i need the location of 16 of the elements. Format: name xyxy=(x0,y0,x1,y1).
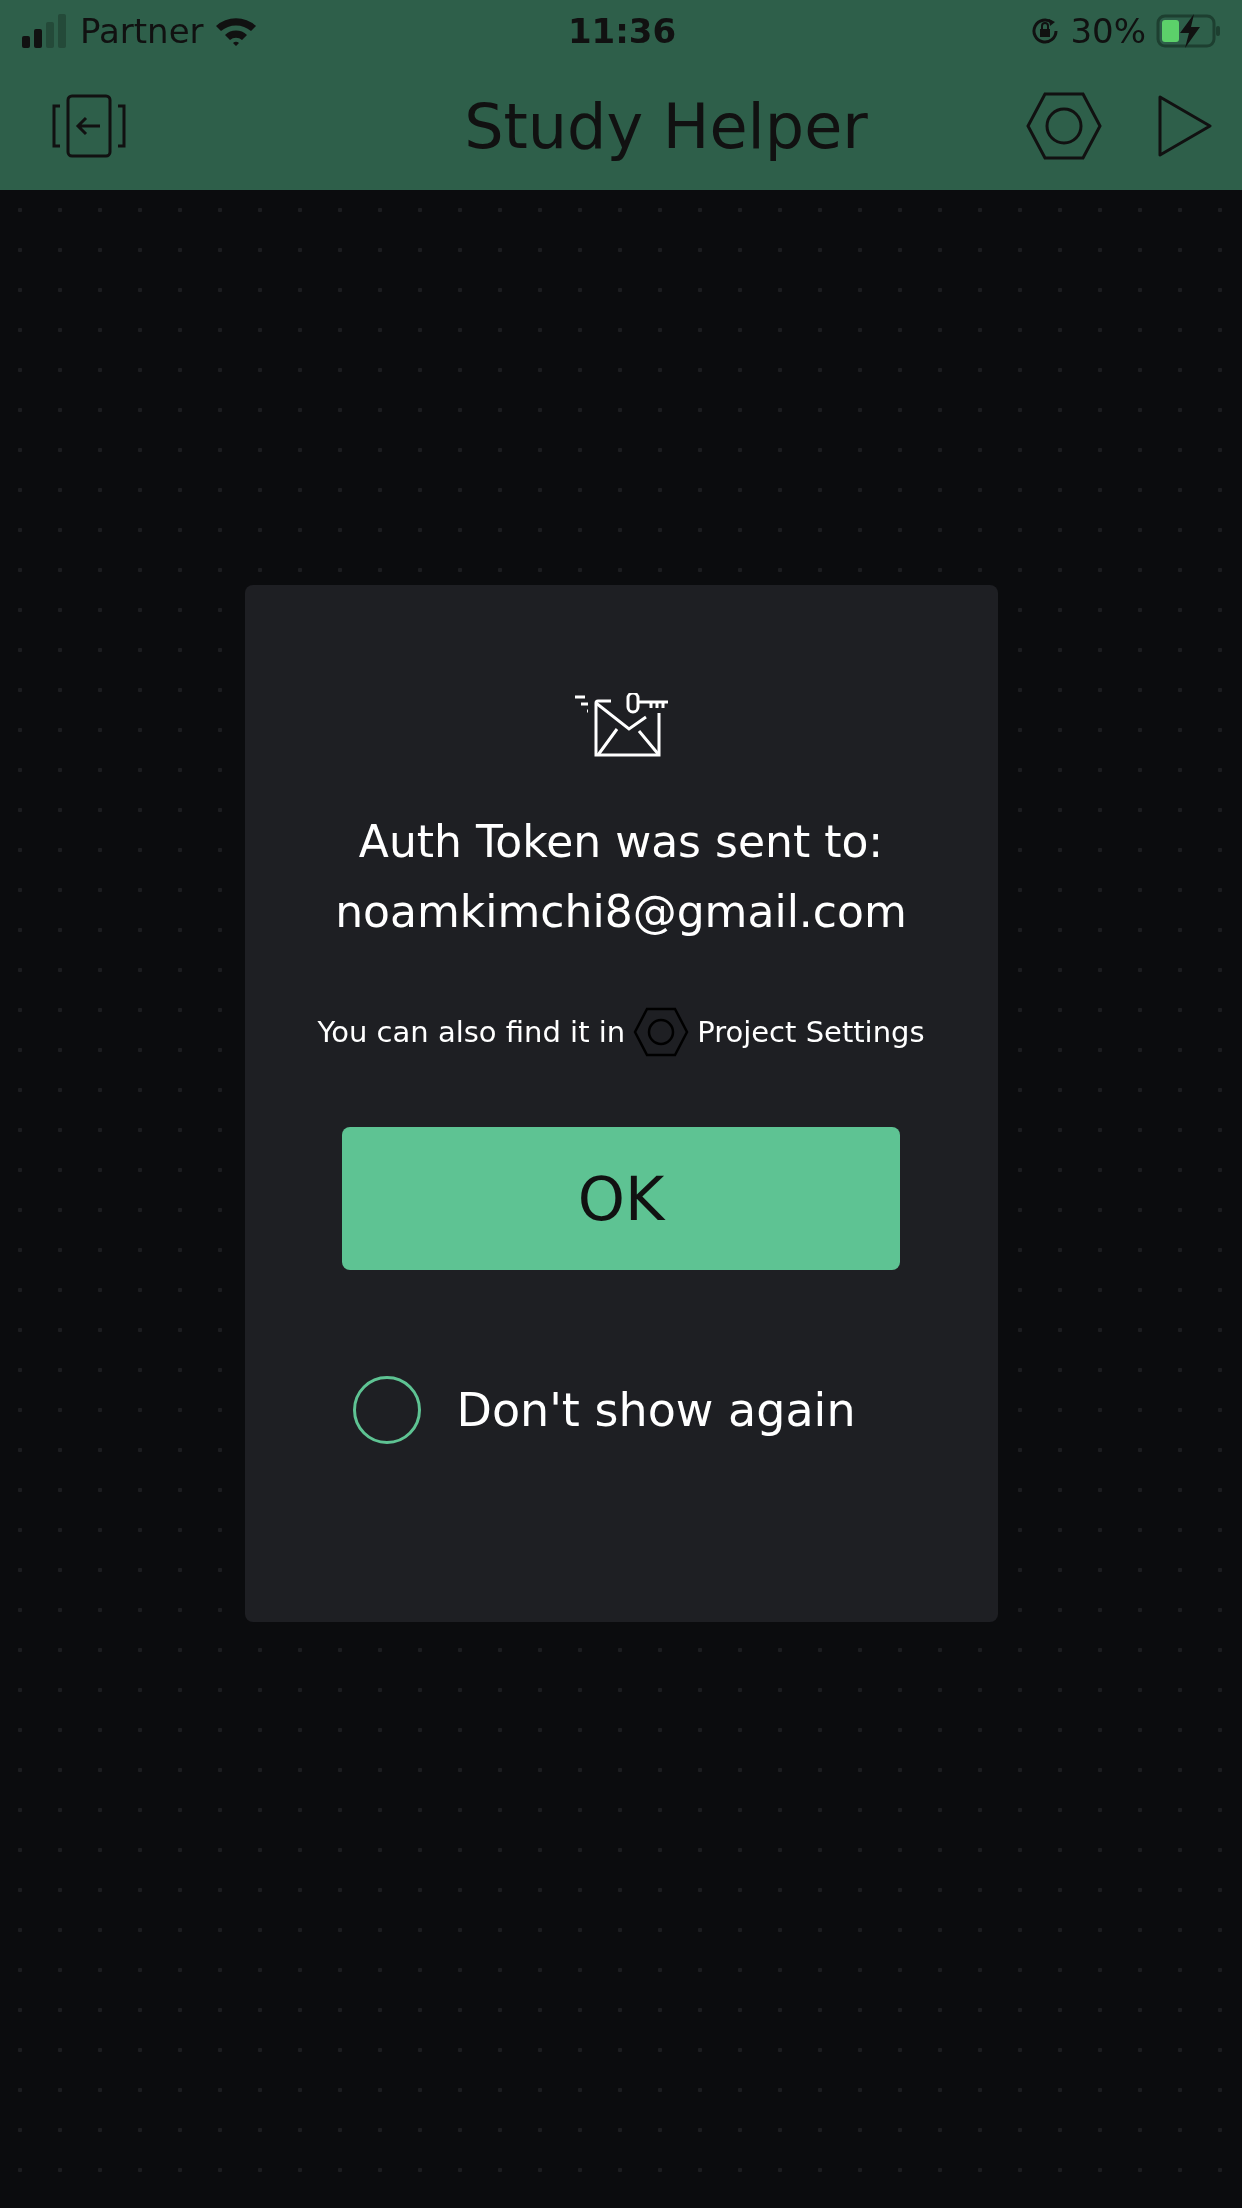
clock-time: 11:36 xyxy=(567,11,677,51)
mail-key-icon xyxy=(573,693,669,757)
exit-icon[interactable] xyxy=(52,94,126,158)
carrier-name: Partner xyxy=(80,11,204,51)
dialog-title: Auth Token was sent to: xyxy=(358,815,884,869)
hint-text: You can also find it in xyxy=(317,1015,626,1049)
ok-button[interactable]: OK xyxy=(342,1127,900,1270)
settings-icon xyxy=(633,1007,690,1057)
radio-button[interactable] xyxy=(352,1376,421,1444)
battery-percent: 30% xyxy=(1070,11,1146,51)
email-address: noamkimchi8@gmail.com xyxy=(335,885,907,939)
settings-icon[interactable] xyxy=(1026,92,1102,160)
settings-link[interactable]: Project Settings xyxy=(697,1015,925,1049)
play-icon[interactable] xyxy=(1158,95,1212,157)
dont-show-label[interactable]: Don't show again xyxy=(456,1383,856,1437)
app-title: Study Helper xyxy=(464,89,868,163)
